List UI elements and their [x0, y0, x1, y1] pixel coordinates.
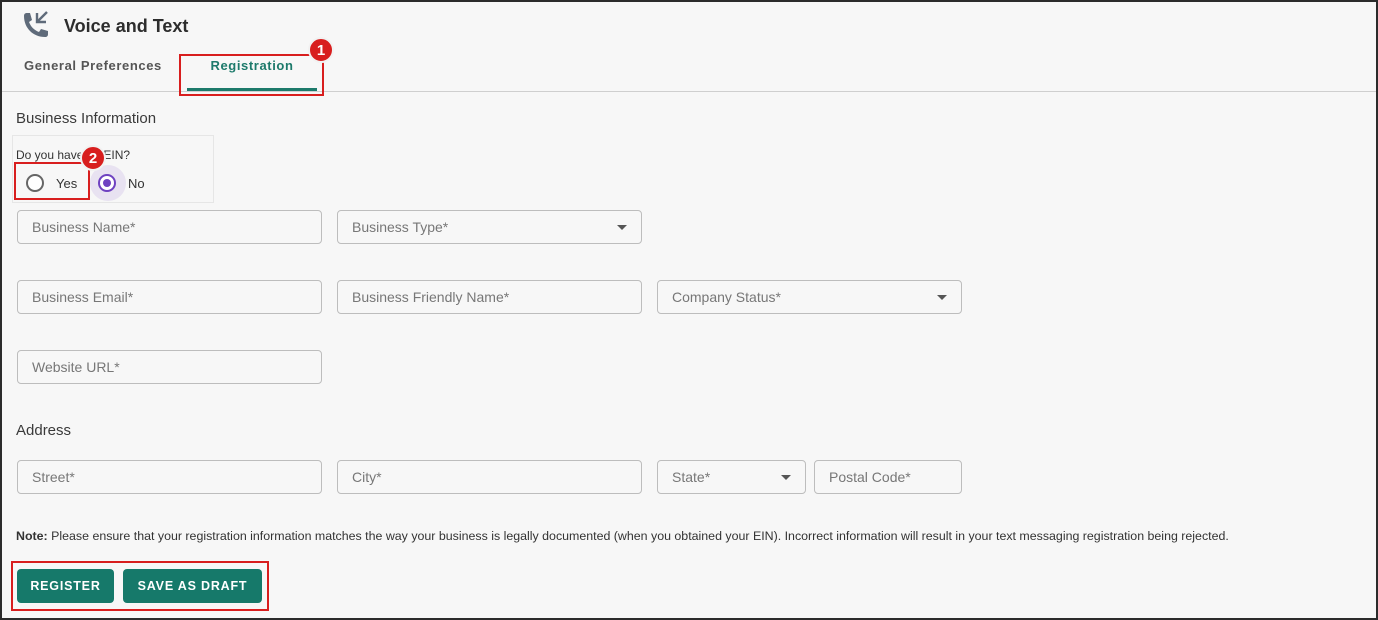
radio-unselected-icon	[26, 174, 44, 192]
business-friendly-name-field[interactable]: Business Friendly Name*	[337, 280, 642, 314]
postal-code-field[interactable]: Postal Code*	[814, 460, 962, 494]
ein-no-label: No	[128, 175, 145, 191]
website-url-placeholder: Website URL*	[32, 359, 120, 375]
website-url-field[interactable]: Website URL*	[17, 350, 322, 384]
business-name-field[interactable]: Business Name*	[17, 210, 322, 244]
street-placeholder: Street*	[32, 469, 75, 485]
business-type-placeholder: Business Type*	[352, 219, 449, 235]
business-friendly-name-placeholder: Business Friendly Name*	[352, 289, 510, 305]
step-2-badge: 2	[80, 145, 106, 171]
ein-no-radio[interactable]: No	[90, 165, 145, 201]
dropdown-caret-icon	[781, 475, 791, 480]
registration-note: Note: Please ensure that your registrati…	[16, 529, 1229, 543]
ein-yes-radio[interactable]: Yes	[26, 172, 77, 194]
tab-registration[interactable]: Registration	[187, 58, 317, 90]
business-name-placeholder: Business Name*	[32, 219, 136, 235]
company-status-placeholder: Company Status*	[672, 289, 781, 305]
city-placeholder: City*	[352, 469, 382, 485]
city-field[interactable]: City*	[337, 460, 642, 494]
postal-code-placeholder: Postal Code*	[829, 469, 911, 485]
street-field[interactable]: Street*	[17, 460, 322, 494]
save-as-draft-button[interactable]: SAVE AS DRAFT	[123, 569, 262, 603]
phone-icon	[24, 11, 48, 37]
note-text: Please ensure that your registration inf…	[47, 529, 1229, 543]
app-window: Voice and Text General Preferences Regis…	[0, 0, 1378, 620]
note-prefix: Note:	[16, 529, 48, 543]
company-status-select[interactable]: Company Status*	[657, 280, 962, 314]
active-tab-indicator	[187, 88, 317, 91]
tab-general-preferences[interactable]: General Preferences	[24, 58, 162, 90]
radio-selected-icon	[98, 174, 116, 192]
register-button[interactable]: REGISTER	[17, 569, 114, 603]
app-title: Voice and Text	[64, 16, 189, 36]
dropdown-caret-icon	[937, 295, 947, 300]
ein-yes-label: Yes	[56, 175, 78, 191]
business-email-placeholder: Business Email*	[32, 289, 134, 305]
step-1-badge: 1	[308, 37, 334, 63]
business-type-select[interactable]: Business Type*	[337, 210, 642, 244]
address-heading: Address	[16, 422, 72, 439]
business-information-heading: Business Information	[16, 110, 157, 127]
header: Voice and Text General Preferences Regis…	[2, 2, 1376, 92]
state-placeholder: State*	[672, 469, 711, 485]
dropdown-caret-icon	[617, 225, 627, 230]
state-select[interactable]: State*	[657, 460, 806, 494]
business-email-field[interactable]: Business Email*	[17, 280, 322, 314]
ein-question: Do you have an EIN?	[16, 148, 131, 162]
